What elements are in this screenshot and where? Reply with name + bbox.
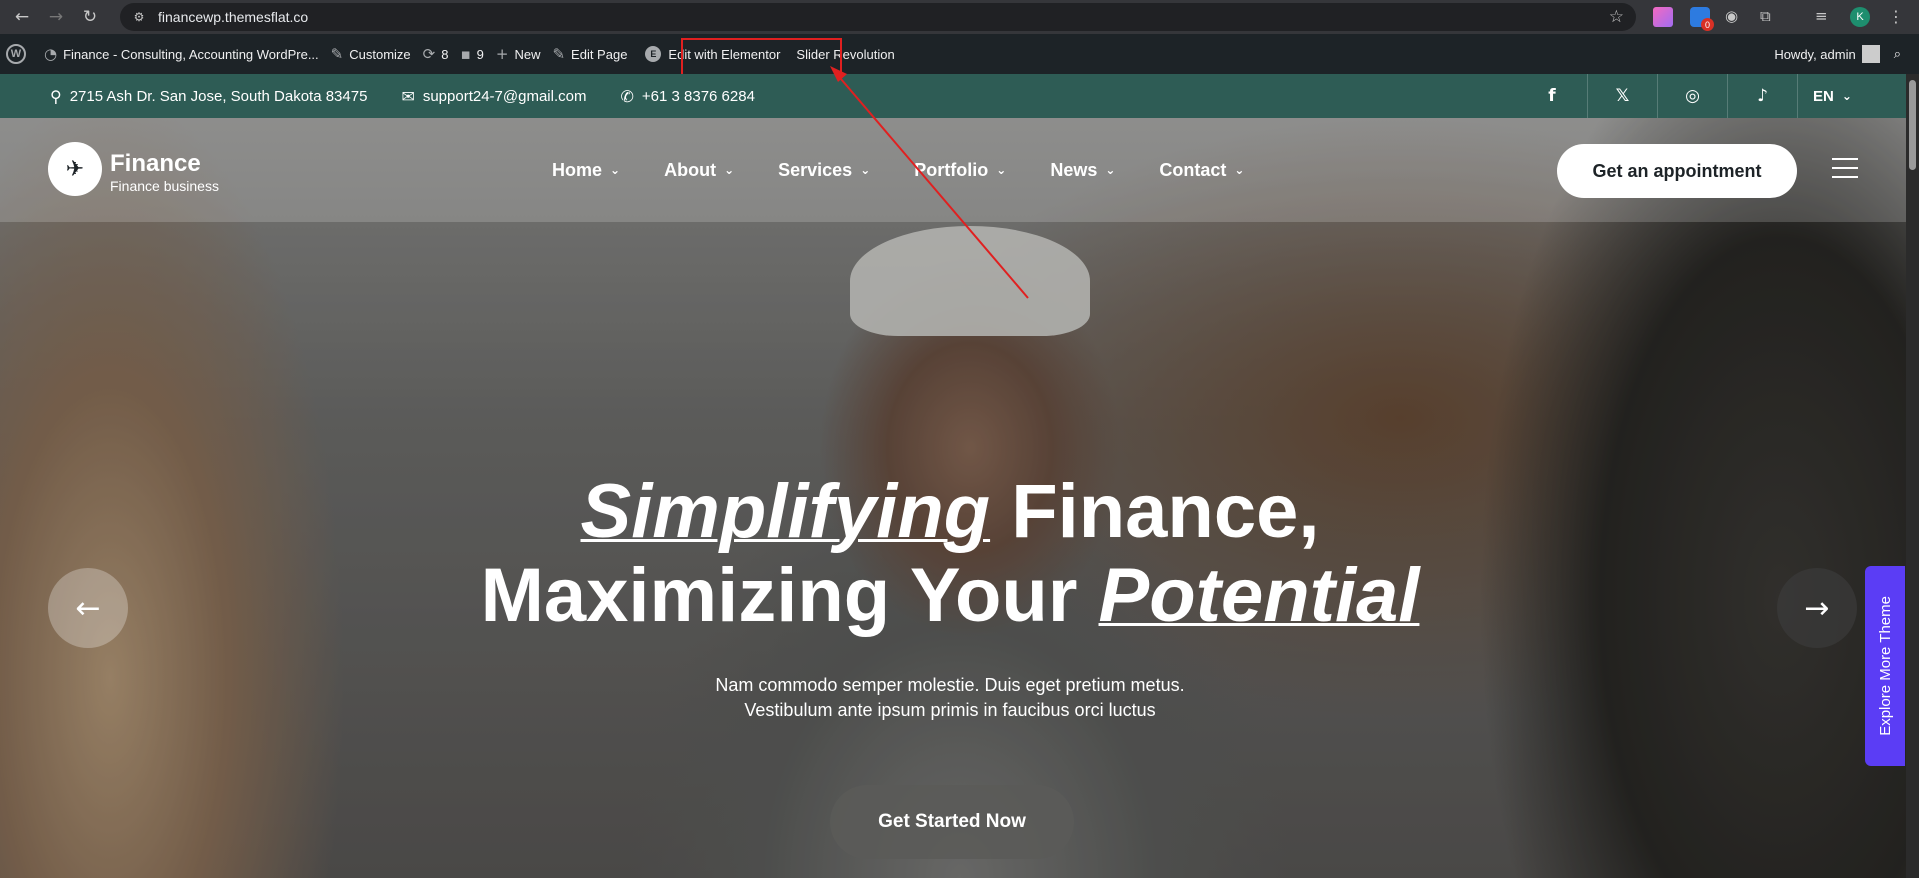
phone-icon: ✆: [620, 86, 634, 106]
chevron-down-icon: ⌄: [1234, 163, 1245, 177]
plus-icon: +: [495, 45, 509, 63]
headline-part-1: Finance,: [990, 469, 1320, 554]
address-bar[interactable]: ⚙ financewp.themesflat.co ☆: [120, 3, 1636, 31]
menu-about-label: About: [664, 159, 717, 180]
comments-count: 9: [476, 46, 484, 62]
updates-icon: ⟳: [422, 45, 436, 63]
menu-item-contact[interactable]: Contact ⌄: [1159, 160, 1244, 181]
hero-subtext-line-1: Nam commodo semper molestie. Duis eget p…: [715, 675, 1185, 695]
new-label: New: [514, 46, 541, 62]
menu-item-services[interactable]: Services ⌄: [778, 160, 870, 181]
headline-italic-potential: Potential: [1098, 553, 1420, 638]
site-info-icon[interactable]: ⚙: [130, 8, 148, 26]
hamburger-menu-icon[interactable]: [1832, 158, 1858, 178]
top-info-bar: ⚲ 2715 Ash Dr. San Jose, South Dakota 83…: [0, 74, 1906, 118]
menu-contact-label: Contact: [1159, 159, 1227, 180]
menu-icon[interactable]: ⋮: [1888, 7, 1904, 26]
chevron-down-icon: ⌄: [1841, 89, 1852, 103]
address-info: ⚲ 2715 Ash Dr. San Jose, South Dakota 83…: [50, 87, 367, 106]
get-started-button[interactable]: Get Started Now: [830, 785, 1074, 859]
site-header: ✈ Finance Finance business Home ⌄ About ⌄ …: [0, 118, 1906, 222]
elementor-icon: E: [645, 46, 662, 62]
paper-plane-logo-icon[interactable]: ✈: [48, 142, 102, 196]
phone-info[interactable]: ✆ +61 3 8376 6284: [620, 87, 754, 106]
email-info[interactable]: ✉ support24-7@gmail.com: [401, 87, 586, 106]
admin-search-icon[interactable]: ⌕: [1894, 47, 1901, 62]
wordpress-logo-icon[interactable]: W: [6, 44, 26, 64]
menu-item-portfolio[interactable]: Portfolio ⌄: [914, 160, 1006, 181]
extension-pink-icon[interactable]: [1653, 7, 1673, 27]
explore-more-theme-tab[interactable]: Explore More Theme: [1865, 566, 1905, 766]
address-text: 2715 Ash Dr. San Jose, South Dakota 8347…: [69, 87, 368, 105]
main-menu: Home ⌄ About ⌄ Services ⌄ Portfolio ⌄ News ⌄ …: [552, 118, 1288, 222]
explore-label: Explore More Theme: [1876, 596, 1894, 736]
url-text[interactable]: financewp.themesflat.co: [158, 9, 308, 25]
pencil-icon: ✎: [552, 45, 566, 63]
chevron-down-icon: ⌄: [996, 163, 1007, 177]
reload-icon[interactable]: ↻: [78, 5, 102, 29]
page-scrollbar[interactable]: [1906, 74, 1919, 878]
admin-customize[interactable]: ✎ Customize: [325, 34, 417, 74]
appointment-button[interactable]: Get an appointment: [1557, 144, 1797, 198]
headline-italic-simplifying: Simplifying: [580, 469, 991, 554]
scrollbar-thumb[interactable]: [1909, 80, 1916, 170]
admin-comments[interactable]: ▪ 9: [454, 34, 489, 74]
menu-services-label: Services: [778, 159, 853, 180]
hero-headline: Simplifying Finance, Maximizing Your Pot…: [400, 470, 1500, 638]
social-links: f 𝕏 ◎ ♪ EN ⌄: [1517, 74, 1867, 118]
chevron-down-icon: ⌄: [860, 163, 871, 177]
menu-item-news[interactable]: News ⌄: [1050, 160, 1115, 181]
mail-icon: ✉: [401, 86, 415, 106]
admin-site-name[interactable]: ◔ Finance - Consulting, Accounting WordP…: [38, 34, 325, 74]
hero-subtext-line-2: Vestibulum ante ipsum primis in faucibus…: [744, 700, 1156, 720]
brush-icon: ✎: [330, 45, 344, 63]
language-selector[interactable]: EN ⌄: [1797, 74, 1867, 118]
hero-subtext: Nam commodo semper molestie. Duis eget p…: [600, 673, 1300, 723]
menu-item-home[interactable]: Home ⌄: [552, 160, 620, 181]
headline-part-2: Maximizing Your: [480, 553, 1099, 638]
extension-blue-icon[interactable]: 0: [1690, 7, 1714, 31]
location-pin-icon: ⚲: [50, 86, 62, 106]
howdy-label: Howdy, admin: [1774, 46, 1856, 62]
admin-account[interactable]: Howdy, admin ⌕: [1774, 34, 1901, 74]
comment-icon: ▪: [460, 45, 471, 63]
slider-prev-arrow-icon[interactable]: ←: [48, 568, 128, 648]
admin-edit-page[interactable]: ✎ Edit Page: [546, 34, 633, 74]
admin-avatar: [1861, 45, 1880, 63]
extensions-icon[interactable]: ⧉: [1760, 7, 1780, 27]
x-twitter-icon[interactable]: 𝕏: [1587, 74, 1657, 118]
logo-subtitle: Finance business: [110, 178, 219, 194]
chevron-down-icon: ⌄: [610, 163, 621, 177]
menu-news-label: News: [1050, 159, 1098, 180]
camera-icon[interactable]: ◉: [1725, 7, 1745, 27]
media-control-icon[interactable]: ≡: [1815, 7, 1835, 27]
menu-home-label: Home: [552, 159, 603, 180]
dashboard-icon: ◔: [44, 45, 58, 63]
menu-portfolio-label: Portfolio: [914, 159, 989, 180]
browser-toolbar: ← → ↻ ⚙ financewp.themesflat.co ☆ 0 ◉ ⧉ …: [0, 0, 1919, 34]
language-label: EN: [1813, 87, 1834, 105]
forward-icon[interactable]: →: [44, 5, 68, 29]
updates-count: 8: [441, 46, 449, 62]
instagram-icon[interactable]: ◎: [1657, 74, 1727, 118]
admin-new[interactable]: + New: [490, 34, 547, 74]
customize-label: Customize: [349, 46, 411, 62]
admin-updates[interactable]: ⟳ 8: [417, 34, 455, 74]
chevron-down-icon: ⌄: [724, 163, 735, 177]
logo-title[interactable]: Finance: [110, 150, 201, 178]
slider-next-arrow-icon[interactable]: →: [1777, 568, 1857, 648]
site-name-label: Finance - Consulting, Accounting WordPre…: [63, 46, 319, 62]
facebook-icon[interactable]: f: [1517, 74, 1587, 118]
back-icon[interactable]: ←: [10, 5, 34, 29]
wp-admin-bar: W ◔ Finance - Consulting, Accounting Wor…: [0, 34, 1919, 74]
chevron-down-icon: ⌄: [1105, 163, 1116, 177]
profile-avatar[interactable]: K: [1850, 7, 1870, 27]
bookmark-star-icon[interactable]: ☆: [1609, 7, 1624, 27]
tiktok-icon[interactable]: ♪: [1727, 74, 1797, 118]
email-text[interactable]: support24-7@gmail.com: [423, 88, 587, 105]
edit-page-label: Edit Page: [571, 46, 628, 62]
extension-badge: 0: [1701, 18, 1714, 31]
menu-item-about[interactable]: About ⌄: [664, 160, 734, 181]
phone-text[interactable]: +61 3 8376 6284: [642, 88, 755, 105]
